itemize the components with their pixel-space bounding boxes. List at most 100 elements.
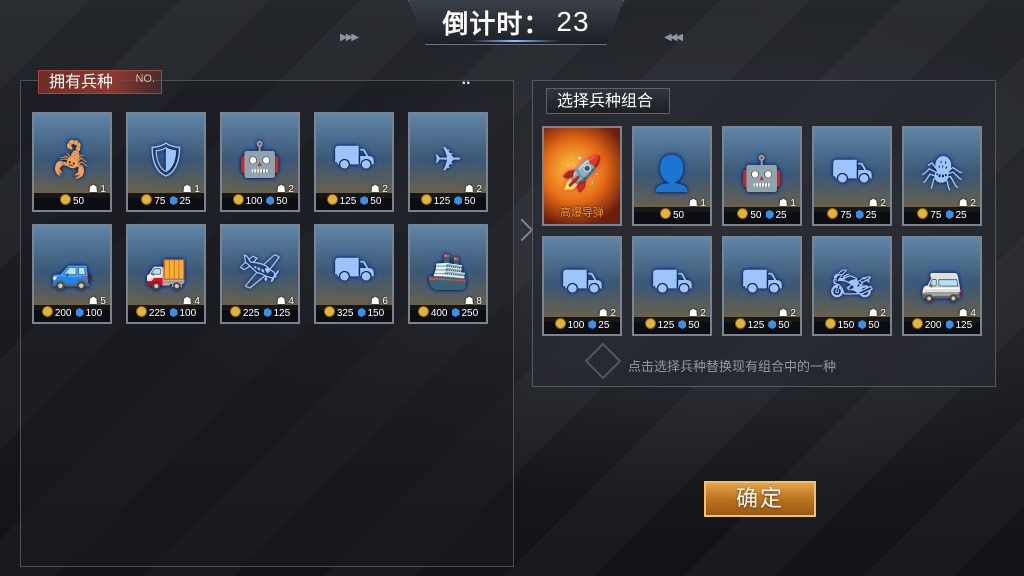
owned-unit-card[interactable]: 🚚 ☗ 4 225 100 [126, 224, 206, 324]
heavy-mech-icon: 🤖 [238, 141, 282, 180]
gold-cost: 50 [672, 210, 685, 221]
gold-coin-icon [911, 318, 923, 329]
mech-rider-icon: 🏍 [830, 265, 874, 304]
gold-coin-icon [135, 306, 147, 317]
crystal-icon [169, 308, 178, 317]
gold-cost: 150 [837, 320, 855, 331]
crystal-cost: 50 [276, 196, 288, 207]
select-unit-card[interactable]: 🏍 ☗ 2 150 50 [812, 236, 892, 336]
crystal-icon [266, 196, 275, 205]
countdown-timer: 倒计时： 23 [408, 0, 624, 45]
drone-icon: ✈ [433, 141, 463, 180]
gold-coin-icon [232, 194, 244, 205]
gold-coin-icon [554, 318, 566, 329]
crystal-cost: 50 [688, 320, 700, 331]
scorpion-mech-icon: 🦂 [50, 141, 94, 180]
gold-coin-icon [41, 306, 53, 317]
gold-cost: 200 [54, 308, 72, 319]
unit-cost: 125 50 [410, 193, 486, 210]
gold-cost: 125 [657, 320, 675, 331]
gold-cost: 200 [924, 320, 942, 331]
owned-unit-card[interactable]: ✈ ☗ 2 125 50 [408, 112, 488, 212]
power-armor-icon: 🤖 [740, 155, 784, 194]
gold-cost: 50 [750, 210, 762, 221]
gold-cost: 125 [433, 196, 451, 207]
apc-icon: 🚙 [50, 253, 94, 292]
owned-units-title-text: 拥有兵种 [49, 74, 114, 91]
owned-unit-card[interactable]: ⛟ ☗ 2 125 50 [314, 112, 394, 212]
panel-divider-dots: ▪▪ [462, 78, 472, 89]
unit-cost: 75 25 [904, 207, 980, 224]
crystal-icon [858, 320, 867, 329]
owned-unit-card[interactable]: 🛡 ☗ 1 75 25 [126, 112, 206, 212]
owned-unit-card[interactable]: 🤖 ☗ 2 100 50 [220, 112, 300, 212]
confirm-button[interactable]: 确定 [704, 481, 816, 517]
owned-unit-card[interactable]: 🚙 ☗ 5 200 100 [32, 224, 112, 324]
gold-coin-icon [141, 194, 153, 205]
crystal-icon [678, 320, 687, 329]
gold-cost: 75 [154, 196, 166, 207]
crystal-cost: 100 [85, 308, 103, 319]
unit-cost: 325 150 [316, 305, 392, 322]
crystal-icon [855, 210, 864, 219]
owned-unit-card[interactable]: ⛟ ☗ 6 325 150 [314, 224, 394, 324]
gold-cost: 75 [840, 210, 852, 221]
unit-cost: 75 25 [128, 193, 204, 210]
crystal-cost: 250 [461, 308, 479, 319]
crystal-cost: 125 [273, 308, 291, 319]
crystal-icon [945, 210, 954, 219]
crystal-cost: 100 [179, 308, 197, 319]
gold-coin-icon [417, 306, 429, 317]
owned-unit-card[interactable]: 🛩 ☗ 4 225 125 [220, 224, 300, 324]
missile-card[interactable]: 🚀 高爆导弹 [542, 126, 622, 226]
crystal-cost: 150 [367, 308, 385, 319]
crystal-icon [588, 320, 597, 329]
select-unit-card[interactable]: 🚐 ☗ 4 200 125 [902, 236, 982, 336]
select-unit-card[interactable]: 🤖 ☗ 1 50 25 [722, 126, 802, 226]
armored-truck-icon: 🚚 [144, 253, 188, 292]
owned-units-title: 拥有兵种 NO. [38, 70, 162, 94]
crystal-icon [765, 210, 774, 219]
select-unit-card[interactable]: 👤 ☗ 1 50 [632, 126, 712, 226]
gold-cost: 100 [245, 196, 263, 207]
gold-coin-icon [326, 194, 338, 205]
crystal-icon [169, 196, 178, 205]
crystal-icon [454, 196, 463, 205]
timer-value: 23 [556, 6, 590, 37]
spider-bot-icon: 🕷 [920, 155, 964, 194]
owned-unit-card[interactable]: 🦂 ☗ 1 50 [32, 112, 112, 212]
select-unit-card[interactable]: 🕷 ☗ 2 75 25 [902, 126, 982, 226]
select-unit-card[interactable]: ⛟ ☗ 2 125 50 [632, 236, 712, 336]
armored-van-icon: 🚐 [920, 265, 964, 304]
unit-cost: 50 [34, 193, 110, 210]
no-badge: NO. [135, 73, 155, 85]
crystal-cost: 25 [775, 210, 787, 221]
crystal-icon [357, 308, 366, 317]
right-arrows-icon: ◀◀◀ [664, 32, 683, 43]
unit-cost: 400 250 [410, 305, 486, 322]
gold-coin-icon [659, 208, 671, 219]
unit-cost: 75 25 [814, 207, 890, 224]
crystal-cost: 50 [370, 196, 382, 207]
crystal-cost: 50 [464, 196, 476, 207]
select-unit-card[interactable]: ⛟ ☗ 2 100 25 [542, 236, 622, 336]
crystal-cost: 50 [868, 320, 880, 331]
unit-cost: 50 25 [724, 207, 800, 224]
unit-cost: 225 125 [222, 305, 298, 322]
commando-icon: 👤 [650, 155, 694, 194]
unit-cost: 225 100 [128, 305, 204, 322]
crystal-cost: 25 [955, 210, 967, 221]
select-unit-card[interactable]: ⛟ ☗ 2 125 50 [722, 236, 802, 336]
laser-tank-icon: ⛟ [650, 262, 694, 301]
unit-cost: 125 50 [724, 317, 800, 334]
crystal-cost: 50 [778, 320, 790, 331]
gold-cost: 50 [72, 196, 85, 207]
crystal-cost: 125 [955, 320, 973, 331]
missile-name: 高爆导弹 [560, 207, 604, 219]
owned-unit-card[interactable]: 🚢 ☗ 8 400 250 [408, 224, 488, 324]
select-unit-card[interactable]: ⛟ ☗ 2 75 25 [812, 126, 892, 226]
timer-glow [470, 40, 560, 42]
unit-cost: 125 50 [316, 193, 392, 210]
gold-coin-icon [420, 194, 432, 205]
crystal-icon [360, 196, 369, 205]
